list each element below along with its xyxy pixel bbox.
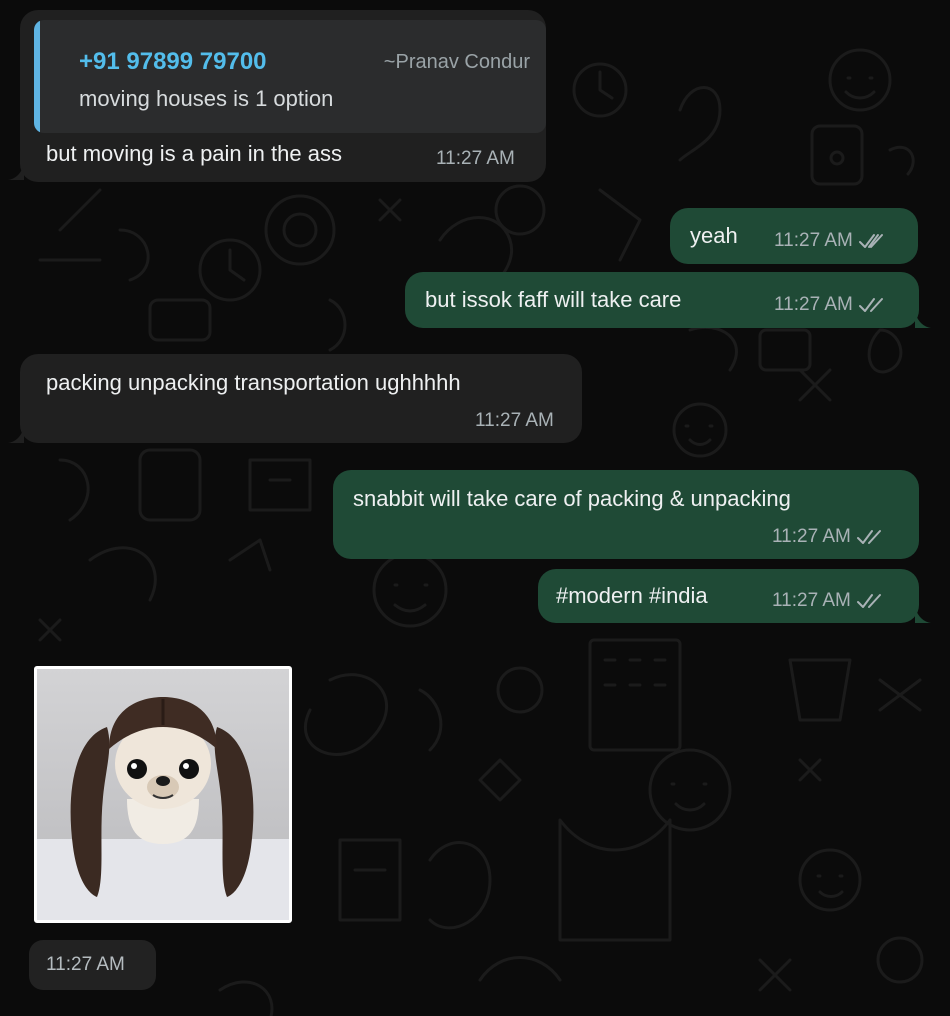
quoted-message[interactable]: +91 97899 79700 ~Pranav Condur moving ho… [34, 20, 546, 133]
message-text: yeah [690, 223, 738, 248]
message-meta: 11:27 AM [475, 410, 554, 432]
sticker-image[interactable] [34, 666, 292, 923]
quote-accent-bar [34, 20, 40, 133]
message-bubble-outgoing[interactable]: yeah 11:27 AM [670, 208, 918, 264]
bubble-tail-outgoing [915, 312, 931, 328]
bubble-tail-outgoing [915, 607, 931, 623]
bubble-tail-incoming [8, 427, 24, 443]
sticker-timestamp: 11:27 AM [29, 940, 156, 990]
message-text: but moving is a pain in the ass [46, 141, 342, 166]
message-time: 11:27 AM [436, 148, 515, 169]
message-meta: 11:27 AM [772, 526, 883, 548]
message-time: 11:27 AM [46, 954, 125, 975]
double-check-icon [858, 297, 885, 313]
message-meta: 11:27 AM [774, 230, 885, 252]
message-time: 11:27 AM [774, 230, 853, 251]
message-bubble-incoming[interactable]: +91 97899 79700 ~Pranav Condur moving ho… [20, 10, 546, 182]
message-text: #modern #india [556, 583, 708, 608]
chat-thread[interactable]: +91 97899 79700 ~Pranav Condur moving ho… [0, 0, 950, 1016]
message-time: 11:27 AM [475, 410, 554, 431]
message-meta: 11:27 AM [774, 294, 885, 316]
quoted-sender-name: ~Pranav Condur [383, 51, 530, 73]
double-check-icon [858, 233, 885, 249]
message-time: 11:27 AM [772, 526, 851, 547]
bubble-tail-incoming [8, 164, 24, 180]
message-time: 11:27 AM [772, 590, 851, 611]
quoted-sender-phone: +91 97899 79700 [79, 48, 267, 75]
message-meta: 11:27 AM [772, 590, 883, 612]
double-check-icon [856, 529, 883, 545]
message-text: but issok faff will take care [425, 287, 682, 312]
message-bubble-incoming[interactable]: packing unpacking transportation ughhhhh… [20, 354, 582, 443]
quoted-text: moving houses is 1 option [79, 86, 334, 111]
message-text: snabbit will take care of packing & unpa… [353, 486, 791, 511]
message-bubble-outgoing[interactable]: snabbit will take care of packing & unpa… [333, 470, 919, 559]
message-meta: 11:27 AM [436, 148, 515, 170]
message-time: 11:27 AM [774, 294, 853, 315]
message-bubble-outgoing[interactable]: but issok faff will take care 11:27 AM [405, 272, 919, 328]
double-check-icon [856, 593, 883, 609]
message-bubble-outgoing[interactable]: #modern #india 11:27 AM [538, 569, 919, 623]
message-text: packing unpacking transportation ughhhhh [46, 370, 461, 395]
